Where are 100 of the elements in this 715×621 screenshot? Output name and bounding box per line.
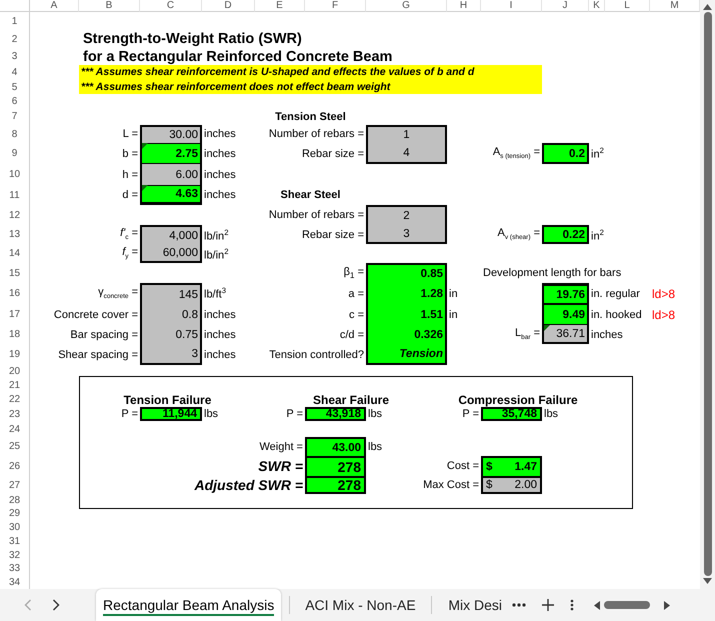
vertical-dots-icon[interactable] xyxy=(570,599,574,611)
row-header[interactable]: 21 xyxy=(0,378,30,392)
field-label: Bar spacing = xyxy=(70,328,138,340)
row-header[interactable]: 20 xyxy=(0,365,30,378)
value-cell: 36.71 xyxy=(544,325,587,342)
field-label: c/d = xyxy=(340,328,364,340)
row-header[interactable]: 27 xyxy=(0,476,30,494)
field-label: Max Cost = xyxy=(423,479,479,491)
row-header[interactable]: 2 xyxy=(0,30,30,48)
field-label: Concrete cover = xyxy=(54,308,138,320)
row-header[interactable]: 4 xyxy=(0,65,30,80)
value-cell: 19.76 xyxy=(544,285,587,304)
field-label: f$_{y}$ = xyxy=(122,246,138,261)
field-label: P = xyxy=(121,408,138,420)
row-header[interactable]: 22 xyxy=(0,392,30,407)
row-header[interactable]: 6 xyxy=(0,94,30,108)
unit-label: in. regular xyxy=(591,288,640,300)
scrollbar-thumb[interactable] xyxy=(604,601,650,609)
row-header[interactable]: 3 xyxy=(0,48,30,65)
unit-label: inches xyxy=(591,328,623,340)
sheet-title: for a Rectangular Reinforced Concrete Beam xyxy=(82,48,392,64)
column-header[interactable]: H xyxy=(447,0,481,12)
row-header[interactable]: 19 xyxy=(0,344,30,365)
unit-label: in$^{2}$ xyxy=(591,145,604,161)
add-sheet-icon[interactable] xyxy=(542,599,554,611)
sheet-tab[interactable]: Rectangular Beam Analysis xyxy=(96,589,282,621)
value-cell-text: 43.00 xyxy=(331,440,362,456)
field-label: b = xyxy=(122,148,138,160)
column-header[interactable]: F xyxy=(305,0,366,12)
row-header[interactable]: 33 xyxy=(0,562,30,575)
unit-label: in xyxy=(449,288,458,300)
unit-label: inches xyxy=(204,128,236,140)
row-header[interactable]: 1 xyxy=(0,12,30,30)
column-header[interactable]: E xyxy=(255,0,305,12)
chevron-right-icon[interactable] xyxy=(52,599,60,611)
row-header[interactable]: 23 xyxy=(0,407,30,421)
row-header[interactable]: 25 xyxy=(0,437,30,456)
comment-indicator-icon xyxy=(544,325,550,331)
column-header[interactable]: K xyxy=(589,0,605,12)
scroll-right-icon[interactable] xyxy=(664,600,670,610)
sheet-tab[interactable]: Mix Desi xyxy=(440,589,504,621)
column-header[interactable]: L xyxy=(605,0,650,12)
column-header[interactable]: I xyxy=(481,0,542,12)
column-header[interactable]: C xyxy=(140,0,202,12)
value-cell: 278 xyxy=(307,476,364,492)
sheet-tab[interactable]: ACI Mix - Non-AE xyxy=(298,589,423,621)
failure-heading: Shear Failure xyxy=(312,392,390,406)
value-cell: 9.49 xyxy=(544,304,587,325)
row-header[interactable]: 5 xyxy=(0,80,30,94)
row-header[interactable]: 9 xyxy=(0,143,30,164)
column-header[interactable]: A xyxy=(30,0,79,12)
section-heading: Shear Steel xyxy=(280,189,340,201)
failure-heading: Compression Failure xyxy=(458,392,578,406)
field-label: Weight = xyxy=(259,440,303,452)
row-header[interactable]: 24 xyxy=(0,421,30,437)
column-header[interactable]: J xyxy=(542,0,589,12)
row-header[interactable]: 16 xyxy=(0,283,30,304)
row-header[interactable]: 29 xyxy=(0,507,30,520)
value-cell: 0.75 xyxy=(142,325,200,344)
row-header[interactable]: 17 xyxy=(0,304,30,325)
row-header[interactable]: 15 xyxy=(0,263,30,283)
value-cell: 4,000 xyxy=(142,227,200,244)
row-header[interactable]: 7 xyxy=(0,108,30,125)
field-label: Tension controlled? xyxy=(269,348,364,360)
row-header[interactable]: 30 xyxy=(0,520,30,534)
value-cell: 11,944 xyxy=(140,407,202,421)
field-label: P = xyxy=(286,408,303,420)
unit-label: in xyxy=(449,308,458,320)
row-header[interactable]: 31 xyxy=(0,534,30,548)
value-cell: 0.85 xyxy=(368,265,445,283)
scroll-down-icon[interactable] xyxy=(703,578,712,584)
row-header[interactable]: 10 xyxy=(0,164,30,185)
row-header[interactable]: 14 xyxy=(0,244,30,263)
scrollbar-thumb[interactable] xyxy=(704,12,712,576)
row-header[interactable]: 26 xyxy=(0,456,30,476)
value-cell: 1 xyxy=(368,127,445,143)
row-header[interactable]: 13 xyxy=(0,225,30,244)
field-label: Rebar size = xyxy=(302,228,364,240)
column-header[interactable]: G xyxy=(366,0,447,12)
unit-label: inches xyxy=(204,168,236,180)
row-header[interactable]: 18 xyxy=(0,325,30,344)
row-header[interactable]: 11 xyxy=(0,185,30,205)
column-header[interactable]: D xyxy=(202,0,255,12)
unit-label: lb/in$^{2}$ xyxy=(204,246,228,262)
more-icon[interactable] xyxy=(512,603,526,607)
unit-label: inches xyxy=(204,189,236,201)
column-header[interactable]: B xyxy=(79,0,140,12)
value-cell: 30.00 xyxy=(142,127,200,143)
field-label: A$_{s (tension)}$ = xyxy=(492,146,540,161)
value-cell: $ 2.00 xyxy=(483,476,540,492)
value-cell: 1.51 xyxy=(368,304,445,325)
row-header[interactable]: 8 xyxy=(0,125,30,143)
row-header[interactable]: 32 xyxy=(0,548,30,562)
scroll-up-icon[interactable] xyxy=(703,4,712,10)
note-text: *** Assumes shear reinforcement is U-shaped and effects the values of b and d xyxy=(81,66,476,78)
value-cell: $ 1.47 xyxy=(483,458,540,476)
row-header[interactable]: 28 xyxy=(0,494,30,507)
unit-label: inches xyxy=(204,348,236,360)
scroll-left-icon[interactable] xyxy=(594,600,600,610)
row-header[interactable]: 12 xyxy=(0,205,30,225)
